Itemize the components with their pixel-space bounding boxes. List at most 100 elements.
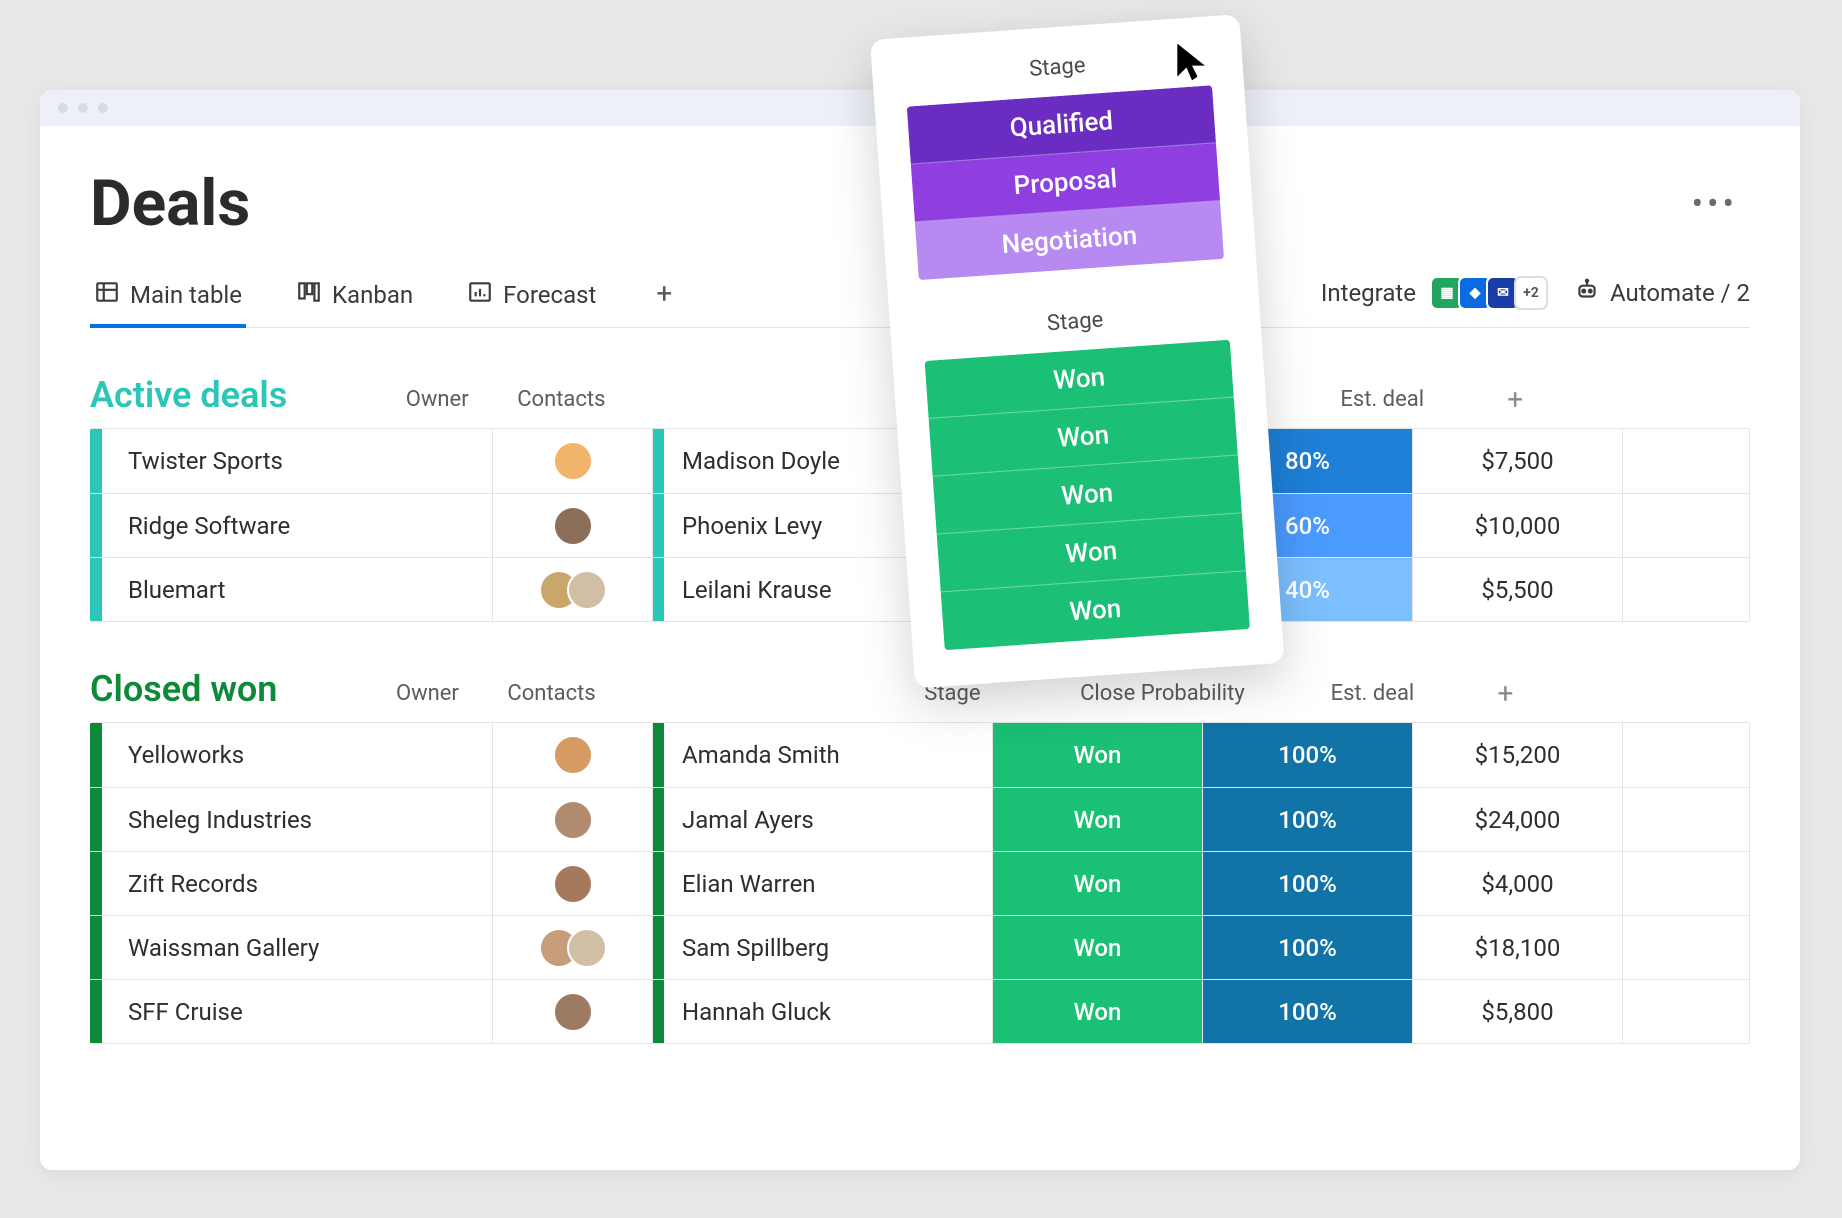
owner-cell[interactable] [492,723,652,787]
row-end-cell [1622,723,1666,787]
deal-name-cell[interactable]: SFF Cruise [102,980,492,1043]
group-closed-won: Closed won Owner Contacts Stage Close Pr… [90,668,1750,1044]
row-accent [90,788,102,851]
add-column-button[interactable]: + [1477,677,1533,710]
owner-cell[interactable] [492,788,652,851]
integrate-app-icons: ▦ ◆ ✉ +2 [1436,276,1548,310]
owner-cell[interactable] [492,916,652,979]
row-end-cell [1622,558,1666,621]
value-cell[interactable]: $10,000 [1412,494,1622,557]
contact-accent [652,980,664,1043]
row-accent [90,494,102,557]
contact-cell[interactable]: Elian Warren [664,852,992,915]
chart-icon [467,279,493,311]
tab-forecast[interactable]: Forecast [463,269,600,327]
probability-cell[interactable]: 100% [1202,788,1412,851]
stage-cell[interactable]: Won [992,788,1202,851]
contact-accent [652,429,664,493]
deal-name-cell[interactable]: Sheleg Industries [102,788,492,851]
row-accent [90,852,102,915]
table-row[interactable]: SFF Cruise Hannah GluckWon100%$5,800 [90,979,1749,1043]
column-header-owner[interactable]: Owner [347,681,507,706]
owner-cell[interactable] [492,558,652,621]
row-accent [90,916,102,979]
row-end-cell [1622,494,1666,557]
deal-name-cell[interactable]: Yelloworks [102,723,492,787]
tab-label: Forecast [503,281,596,309]
add-column-button[interactable]: + [1487,383,1543,416]
contact-accent [652,916,664,979]
avatar-icon [567,570,607,610]
avatar-icon [553,864,593,904]
group-title[interactable]: Closed won [90,668,277,710]
tab-kanban[interactable]: Kanban [292,269,417,327]
column-header-value[interactable]: Est. deal [1267,681,1477,706]
stage-cell[interactable]: Won [992,980,1202,1043]
value-cell[interactable]: $5,500 [1412,558,1622,621]
column-header-owner[interactable]: Owner [357,387,517,412]
table-row[interactable]: Sheleg Industries Jamal AyersWon100%$24,0… [90,787,1749,851]
value-cell[interactable]: $15,200 [1412,723,1622,787]
table-row[interactable]: Yelloworks Amanda SmithWon100%$15,200 [90,723,1749,787]
toolbar-label: Integrate [1321,279,1416,307]
contact-cell[interactable]: Hannah Gluck [664,980,992,1043]
row-accent [90,558,102,621]
column-header-contacts[interactable]: Contacts [507,681,847,706]
column-header-value[interactable]: Est. deal [1277,387,1487,412]
toolbar-label: Automate / 2 [1610,279,1750,307]
stage-popover: Stage QualifiedProposalNegotiation Stage… [870,14,1284,688]
avatar-icon [553,992,593,1032]
row-accent [90,429,102,493]
probability-cell[interactable]: 100% [1202,852,1412,915]
stage-cell[interactable]: Won [992,723,1202,787]
row-end-cell [1622,980,1666,1043]
value-cell[interactable]: $24,000 [1412,788,1622,851]
avatar-icon [553,735,593,775]
table-row[interactable]: Zift Records Elian WarrenWon100%$4,000 [90,851,1749,915]
robot-icon [1574,277,1600,309]
stage-cell[interactable]: Won [992,852,1202,915]
deal-name-cell[interactable]: Bluemart [102,558,492,621]
column-header-probability[interactable]: Close Probability [1057,681,1267,706]
contact-cell[interactable]: Amanda Smith [664,723,992,787]
contact-accent [652,558,664,621]
integrate-button[interactable]: Integrate ▦ ◆ ✉ +2 [1321,276,1548,320]
add-view-button[interactable]: + [646,277,682,320]
row-accent [90,980,102,1043]
deal-name-cell[interactable]: Ridge Software [102,494,492,557]
probability-cell[interactable]: 100% [1202,723,1412,787]
contact-cell[interactable]: Sam Spillberg [664,916,992,979]
table-icon [94,279,120,311]
owner-cell[interactable] [492,429,652,493]
contact-accent [652,788,664,851]
value-cell[interactable]: $5,800 [1412,980,1622,1043]
avatar-icon [553,441,593,481]
row-end-cell [1622,916,1666,979]
tab-main-table[interactable]: Main table [90,269,246,327]
more-options-button[interactable]: ••• [1680,176,1750,232]
row-accent [90,723,102,787]
table-row[interactable]: Waissman Gallery Sam SpillbergWon100%$18,… [90,915,1749,979]
popover-title: Stage [922,299,1229,345]
deal-name-cell[interactable]: Waissman Gallery [102,916,492,979]
owner-cell[interactable] [492,852,652,915]
automate-button[interactable]: Automate / 2 [1574,277,1750,319]
deal-name-cell[interactable]: Twister Sports [102,429,492,493]
group-title[interactable]: Active deals [90,374,287,416]
value-cell[interactable]: $18,100 [1412,916,1622,979]
traffic-light-dot [98,103,108,113]
owner-cell[interactable] [492,494,652,557]
probability-cell[interactable]: 100% [1202,980,1412,1043]
stage-cell[interactable]: Won [992,916,1202,979]
probability-cell[interactable]: 100% [1202,916,1412,979]
deal-name-cell[interactable]: Zift Records [102,852,492,915]
value-cell[interactable]: $4,000 [1412,852,1622,915]
contact-cell[interactable]: Jamal Ayers [664,788,992,851]
owner-cell[interactable] [492,980,652,1043]
row-end-cell [1622,788,1666,851]
tab-label: Main table [130,281,242,309]
popover-title: Stage [904,44,1211,90]
column-header-contacts[interactable]: Contacts [517,387,857,412]
value-cell[interactable]: $7,500 [1412,429,1622,493]
tab-label: Kanban [332,281,413,309]
